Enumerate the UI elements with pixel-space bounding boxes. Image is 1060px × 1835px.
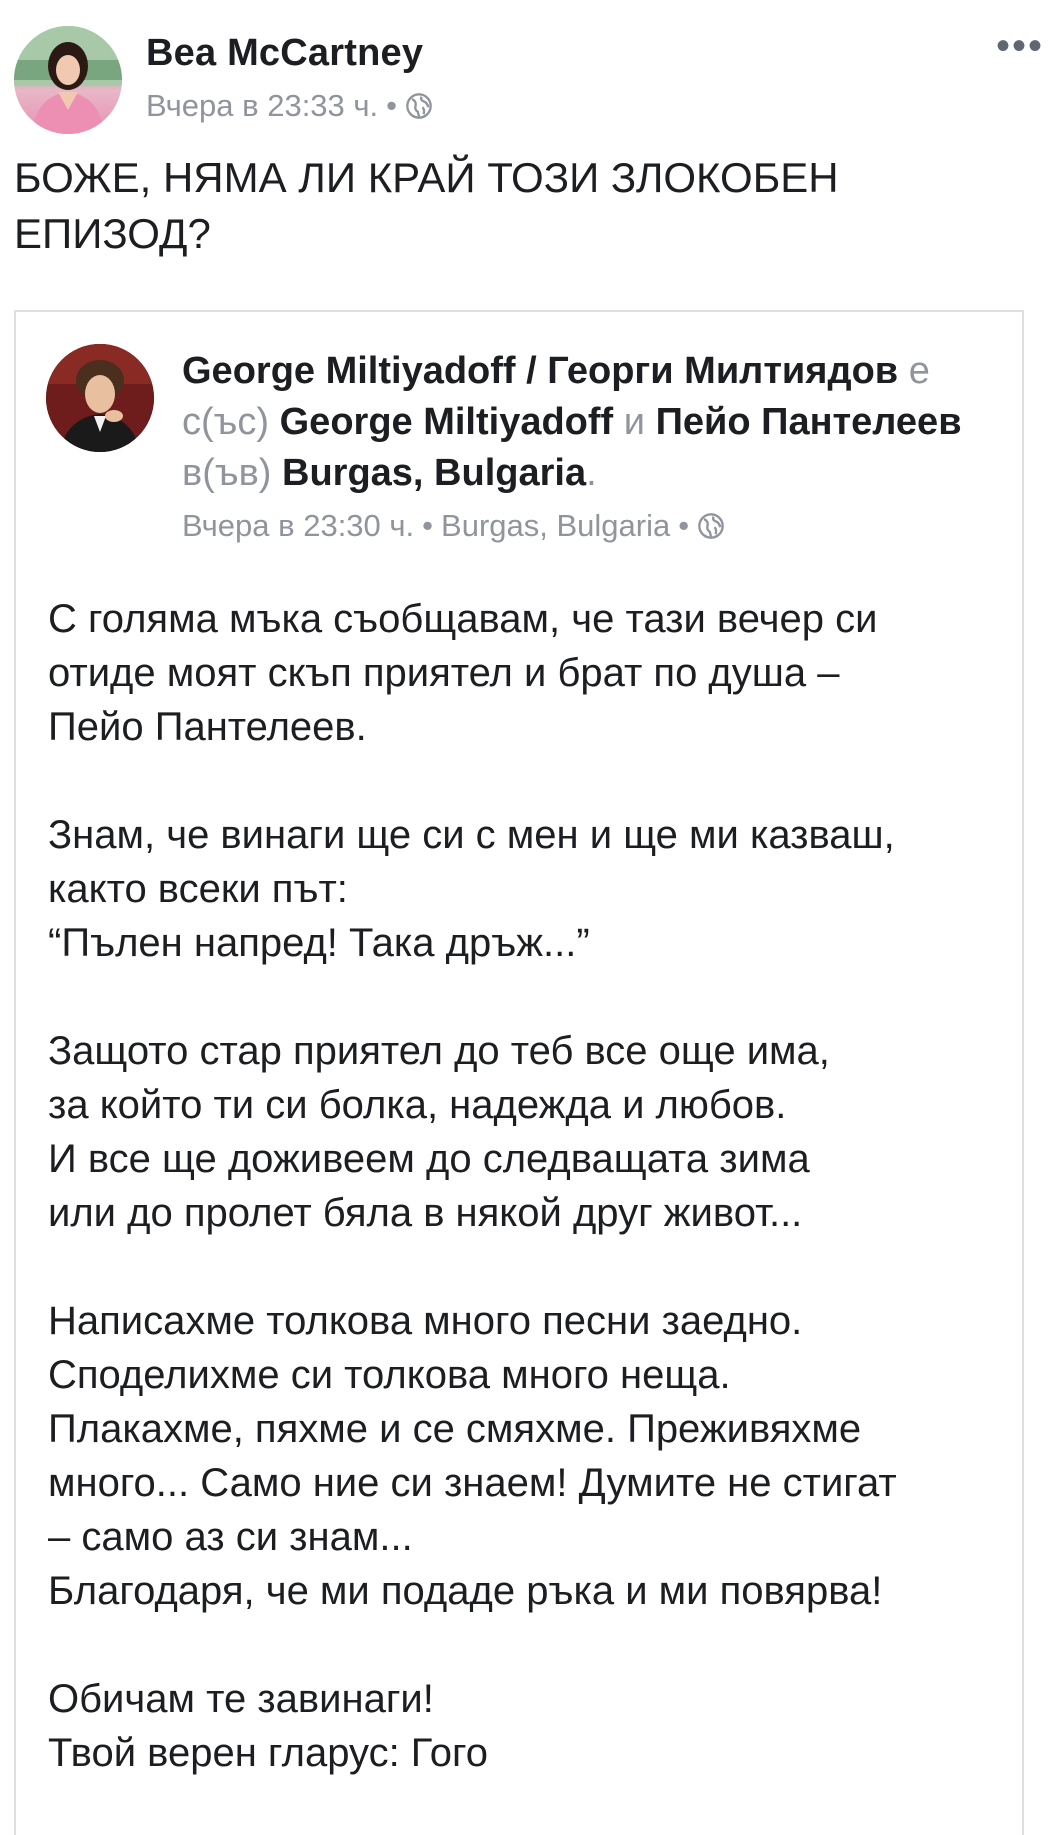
paragraph: Обичам те завинаги! Твой верен гларус: Г… — [48, 1672, 1008, 1780]
shared-author-avatar-image — [46, 344, 154, 452]
text-line: Споделихме си толкова много неща. — [48, 1353, 731, 1397]
shared-meta: Вчера в 23:30 ч. • Burgas, Bulgaria • — [182, 508, 725, 544]
shared-author-name[interactable]: George Miltiyadoff / Георги Милтиядов — [182, 350, 898, 392]
shared-headline: George Miltiyadoff / Георги Милтиядов е … — [182, 346, 1012, 499]
shared-timestamp[interactable]: Вчера в 23:30 ч. — [182, 508, 414, 544]
text-line: Благодаря, че ми подаде ръка и ми повярв… — [48, 1569, 883, 1613]
paragraph: Написахме толкова много песни заедно. Сп… — [48, 1294, 1008, 1618]
text-line: Написахме толкова много песни заедно. — [48, 1299, 803, 1343]
shared-body: С голяма мъка съобщавам, че тази вечер с… — [48, 592, 1008, 1780]
meta-separator: • — [422, 508, 434, 543]
post-timestamp[interactable]: Вчера в 23:33 ч. — [146, 88, 378, 124]
and-text: и — [623, 401, 645, 443]
meta-location[interactable]: Burgas, Bulgaria — [441, 508, 670, 544]
text-line: – само аз си знам... — [48, 1515, 413, 1559]
text-line: за който ти си болка, надежда и любов. — [48, 1083, 787, 1127]
more-options-icon[interactable]: ••• — [996, 26, 1044, 66]
globe-icon[interactable] — [405, 92, 433, 120]
shared-post[interactable]: George Miltiyadoff / Георги Милтиядов е … — [14, 310, 1024, 1835]
text-line: отиде моят скъп приятел и брат по душа – — [48, 651, 840, 695]
text-line: или до пролет бяла в някой друг живот... — [48, 1191, 803, 1235]
text-line: С голяма мъка съобщавам, че тази вечер с… — [48, 597, 878, 641]
tagged-person-1[interactable]: George Miltiyadoff — [280, 401, 614, 443]
tagged-person-2[interactable]: Пейо Пантелеев — [656, 401, 962, 443]
text-line: както всеки път: — [48, 867, 348, 911]
caption-line: ЕПИЗОД? — [14, 210, 211, 257]
location-link[interactable]: Burgas, Bulgaria — [282, 452, 586, 494]
text-line: Пейо Пантелеев. — [48, 705, 367, 749]
text-line: Обичам те завинаги! — [48, 1677, 434, 1721]
text-line: много... Само ние си знаем! Думите не ст… — [48, 1461, 897, 1505]
author-avatar-image — [14, 26, 122, 134]
text-line: “Пълен напред! Така дръж...” — [48, 921, 590, 965]
text-line: Защото стар приятел до теб все още има, — [48, 1029, 830, 1073]
shared-author-avatar[interactable] — [46, 344, 154, 452]
author-name[interactable]: Bea McCartney — [146, 32, 423, 75]
paragraph: С голяма мъка съобщавам, че тази вечер с… — [48, 592, 1008, 754]
meta-separator: • — [386, 88, 398, 123]
meta-separator: • — [678, 508, 690, 543]
caption-line: БОЖЕ, НЯМА ЛИ КРАЙ ТОЗИ ЗЛОКОБЕН — [14, 154, 839, 201]
post-meta: Вчера в 23:33 ч. • — [146, 88, 433, 124]
paragraph: Знам, че винаги ще си с мен и ще ми казв… — [48, 808, 1008, 970]
headline-period: . — [586, 452, 597, 494]
text-line: И все ще доживеем до следващата зима — [48, 1137, 810, 1181]
post-caption: БОЖЕ, НЯМА ЛИ КРАЙ ТОЗИ ЗЛОКОБЕН ЕПИЗОД? — [14, 150, 1034, 262]
text-line: Плакахме, пяхме и се смяхме. Преживяхме — [48, 1407, 862, 1451]
text-line: Знам, че винаги ще си с мен и ще ми казв… — [48, 813, 895, 857]
globe-icon[interactable] — [697, 512, 725, 540]
post-header: Bea McCartney Вчера в 23:33 ч. • ••• — [14, 26, 1044, 136]
author-avatar[interactable] — [14, 26, 122, 134]
facebook-post: Bea McCartney Вчера в 23:33 ч. • ••• БОЖ… — [0, 0, 1060, 1835]
text-line: Твой верен гларус: Гого — [48, 1731, 488, 1775]
paragraph: Защото стар приятел до теб все още има, … — [48, 1024, 1008, 1240]
in-text: в(ъв) — [182, 452, 272, 494]
